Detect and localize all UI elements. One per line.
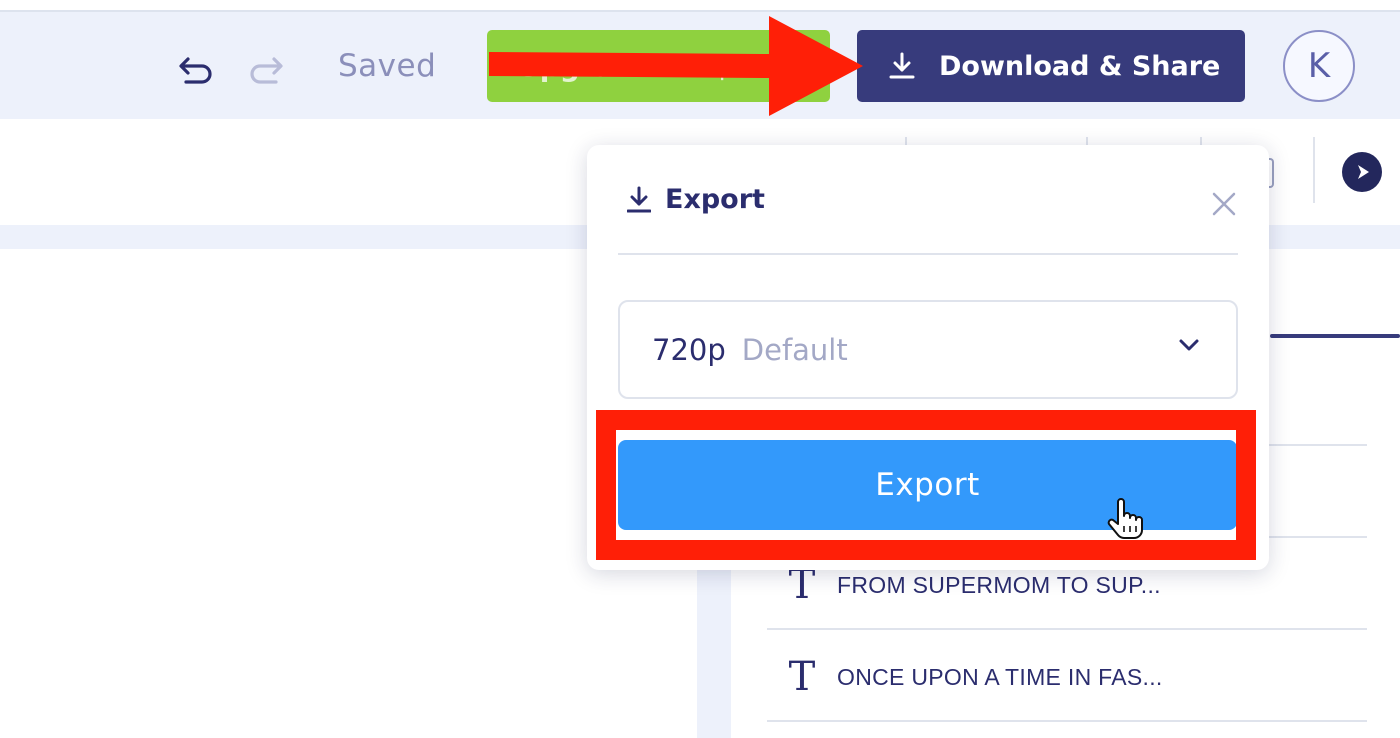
user-avatar[interactable]: K [1283,30,1355,102]
play-button[interactable] [1342,152,1382,192]
saved-status: Saved [338,48,437,84]
redo-button[interactable] [246,50,286,90]
list-divider [767,628,1367,630]
export-button[interactable]: Export [618,440,1237,530]
layer-item[interactable]: T ONCE UPON A TIME IN FAS... [767,632,1367,722]
close-icon [1212,192,1236,216]
layer-label: ONCE UPON A TIME IN FAS... [837,663,1163,690]
download-share-label: Download & Share [939,50,1221,82]
toolbar-divider [1313,137,1315,203]
download-icon [627,186,651,214]
text-layer-icon: T [788,654,816,700]
resolution-hint: Default [741,332,848,367]
layer-label: FROM SUPERMOM TO SUP... [837,571,1161,598]
play-icon [1358,165,1369,179]
undo-icon [179,57,212,84]
download-icon [889,52,915,80]
active-tab-indicator [1270,334,1400,338]
upgrade-button[interactable]: Upgrade • ~$15/m [487,30,830,102]
redo-icon [250,57,283,84]
undo-button[interactable] [176,50,216,90]
upgrade-label: Upgrade • ~$15/m [517,49,811,83]
list-divider [767,720,1367,722]
download-share-button[interactable]: Download & Share [857,30,1245,102]
chevron-down-icon [1178,338,1200,352]
resolution-value: 720p [652,332,726,367]
close-button[interactable] [1208,188,1240,220]
export-title-label: Export [665,184,765,215]
resolution-select[interactable]: 720p Default [618,300,1238,399]
popover-divider [618,253,1238,255]
export-popover-title: Export [627,184,765,215]
top-border [0,0,1400,12]
